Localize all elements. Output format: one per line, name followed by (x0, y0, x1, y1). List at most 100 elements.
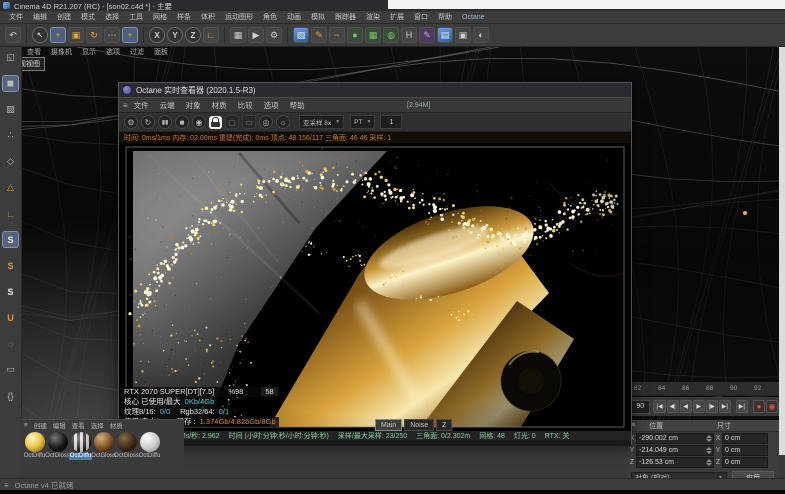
lv-film-region-icon[interactable]: ▭ (242, 115, 256, 129)
lv-white-balance-picker-icon[interactable]: ☼ (276, 115, 290, 129)
spline-pen-button[interactable]: ✎ (419, 27, 435, 43)
edge-mode-icon[interactable]: ◇ (2, 153, 19, 170)
menu-tools[interactable]: 工具 (129, 12, 143, 22)
material-menu-view[interactable]: 查看 (72, 420, 85, 430)
viewport-menu-options[interactable]: 选项 (106, 47, 120, 57)
menu-volume[interactable]: 体积 (201, 12, 215, 22)
material-item-selected[interactable]: OctDiffu (69, 432, 92, 460)
viewport-menu-camera[interactable]: 摄像机 (51, 47, 72, 57)
solo-mode-icon[interactable]: ◌ (2, 335, 19, 352)
deformer-bend-button[interactable]: H (401, 27, 417, 43)
lv-menu-cloud[interactable]: 云端 (160, 100, 175, 111)
material-sphere-black[interactable] (48, 432, 68, 452)
render-view-button[interactable]: ▦ (230, 27, 246, 43)
move-button[interactable]: + (50, 27, 66, 43)
convert-object-icon[interactable]: ◱ (2, 49, 19, 66)
axis-y-button[interactable]: Y (167, 27, 183, 43)
cloner-button[interactable]: ▦ (365, 27, 381, 43)
size-y-field[interactable]: 0 cm (722, 445, 768, 456)
material-menu-edit[interactable]: 编辑 (53, 420, 66, 430)
axis-z-button[interactable]: Z (185, 27, 201, 43)
point-mode-icon[interactable]: ∴ (2, 127, 19, 144)
menu-simulate[interactable]: 模拟 (311, 12, 325, 22)
lv-menu-file[interactable]: 文件 (134, 100, 149, 111)
previous-frame-button[interactable]: ◀ (680, 400, 692, 413)
lv-menu-compare[interactable]: 比较 (238, 100, 253, 111)
material-menu-material[interactable]: 材质 (110, 420, 123, 430)
menu-spline[interactable]: 样条 (177, 12, 191, 22)
subsample-dropdown[interactable]: 亚采样 8x▼ (299, 115, 344, 129)
menu-help[interactable]: 帮助 (438, 12, 452, 22)
camera-button[interactable]: ▣ (455, 27, 471, 43)
menu-mesh[interactable]: 网格 (153, 12, 167, 22)
lv-menu-objects[interactable]: 对象 (186, 100, 201, 111)
menu-extensions[interactable]: 扩展 (390, 12, 404, 22)
record-keyframe-button[interactable]: ● (753, 400, 765, 413)
menu-octane[interactable]: Octane (462, 14, 485, 21)
menu-select[interactable]: 选择 (105, 12, 119, 22)
simulate-button[interactable]: ● (347, 27, 363, 43)
lv-stop-icon[interactable]: ■ (175, 115, 189, 129)
menu-edit[interactable]: 编辑 (33, 12, 47, 22)
position-y-field[interactable]: -214.049 cm (636, 445, 714, 456)
lv-menu-help[interactable]: 帮助 (290, 100, 305, 111)
lv-pause-icon[interactable]: ▮▮ (158, 115, 172, 129)
menu-character[interactable]: 角色 (263, 12, 277, 22)
autokey-button[interactable]: ◉ (766, 400, 778, 413)
menu-create[interactable]: 创建 (57, 12, 71, 22)
rotate-button[interactable]: ↻ (86, 27, 102, 43)
last-tool-button[interactable]: ⋯ (104, 27, 120, 43)
material-item[interactable]: OctGloss (115, 432, 138, 460)
array-floor-button[interactable]: ▤ (437, 27, 453, 43)
pass-tab-noise[interactable]: Noise (404, 419, 434, 431)
workplane-icon[interactable]: ▭ (2, 361, 19, 378)
menu-animate[interactable]: 动画 (287, 12, 301, 22)
axis-mode-icon[interactable]: ∟ (2, 205, 19, 222)
texture-mode-icon[interactable]: ▨ (2, 101, 19, 118)
viewport-menu-panel[interactable]: 面板 (154, 47, 168, 57)
size-z-field[interactable]: 0 cm (722, 457, 768, 468)
lv-focus-picker-icon[interactable]: ◉ (192, 115, 206, 129)
live-selection-button[interactable]: ↖ (32, 27, 48, 43)
material-menu-icon[interactable]: ≡ (24, 422, 28, 429)
axis-x-button[interactable]: X (149, 27, 165, 43)
current-frame-field[interactable]: 90 (630, 400, 650, 414)
spinner-icon[interactable] (706, 446, 711, 455)
snap-3d-icon[interactable]: S (2, 283, 19, 300)
lv-menu-materials[interactable]: 材质 (212, 100, 227, 111)
spinner-icon[interactable] (706, 434, 711, 443)
menu-file[interactable]: 文件 (9, 12, 23, 22)
material-sphere-white[interactable] (140, 432, 160, 452)
undo-button[interactable]: ↶ (5, 27, 21, 43)
material-sphere-striped[interactable] (71, 432, 91, 452)
render-settings-button[interactable]: ⚙ (266, 27, 282, 43)
material-menu-create[interactable]: 创建 (34, 420, 47, 430)
material-item[interactable]: OctGloss (92, 432, 115, 460)
goto-start-button[interactable]: |◀ (653, 400, 665, 413)
menu-mode[interactable]: 模式 (81, 12, 95, 22)
next-key-button[interactable]: ▶| (719, 400, 731, 413)
menu-render[interactable]: 渲染 (366, 12, 380, 22)
goto-end-button[interactable]: ▶| (736, 400, 748, 413)
viewport-menu-view[interactable]: 查看 (27, 47, 41, 57)
material-sphere-gold[interactable] (25, 432, 45, 452)
light-button[interactable]: ◐ (473, 27, 489, 43)
menu-tracker[interactable]: 跟踪器 (335, 12, 356, 22)
live-viewer-titlebar[interactable]: Octane 实时查看器 (2020.1.5-R3) (119, 83, 631, 97)
previous-key-button[interactable]: ◀| (667, 400, 679, 413)
lv-settings-icon[interactable]: ⚙ (124, 115, 138, 129)
primitive-cube-button[interactable]: ▧ (293, 27, 309, 43)
spinner-icon[interactable] (706, 458, 711, 467)
mograph-button[interactable]: ◍ (383, 27, 399, 43)
material-item[interactable]: OctGloss (46, 432, 69, 460)
lv-restart-render-icon[interactable]: ↻ (141, 115, 155, 129)
material-sphere-bronze[interactable] (94, 432, 114, 452)
move-axis-button[interactable]: + (122, 27, 138, 43)
material-item[interactable]: OctDiffu (23, 432, 46, 460)
lv-menu-options[interactable]: 选项 (264, 100, 279, 111)
lv-material-picker-icon[interactable]: ◎ (259, 115, 273, 129)
polygon-mode-icon[interactable]: △ (2, 179, 19, 196)
menu-mograph[interactable]: 运动图形 (225, 12, 253, 22)
timeline-ruler[interactable]: 82 84 86 88 90 92 (628, 382, 779, 396)
menu-window[interactable]: 窗口 (414, 12, 428, 22)
